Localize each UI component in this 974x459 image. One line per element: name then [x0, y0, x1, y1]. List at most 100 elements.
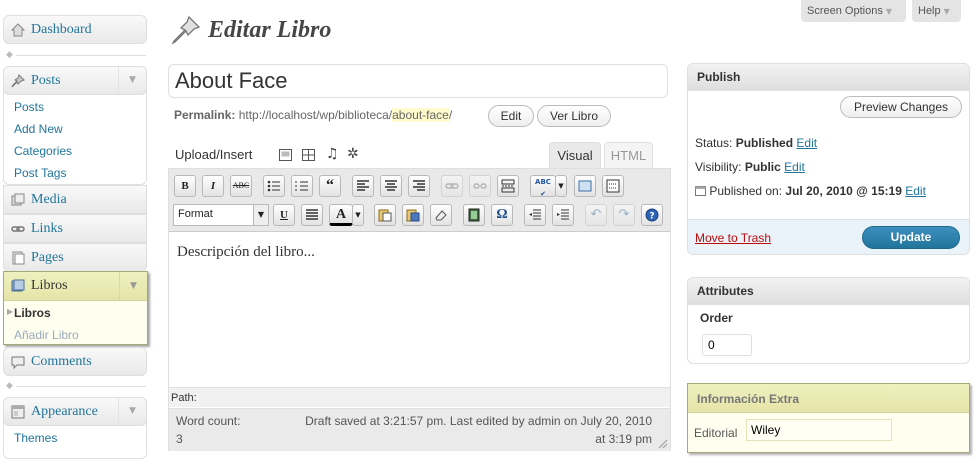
submenu-anadir-libro[interactable]: Añadir Libro — [14, 328, 79, 342]
permalink-slug[interactable]: about-face — [392, 108, 449, 122]
editorial-input[interactable] — [746, 419, 892, 441]
visibility-label: Visibility: — [695, 160, 742, 174]
view-book-button[interactable]: Ver Libro — [537, 105, 611, 127]
menu-posts[interactable]: Posts ▼ — [3, 66, 147, 95]
paste-text-button[interactable] — [374, 204, 396, 226]
page-title: Editar Libro — [208, 17, 332, 43]
underline-button[interactable]: U — [273, 204, 295, 226]
align-center-button[interactable] — [380, 175, 402, 197]
visibility-value: Public — [744, 160, 781, 174]
justify-icon — [306, 209, 318, 220]
menu-posts-toggle-icon[interactable]: ▼ — [118, 67, 146, 94]
draft-status-line1: Draft saved at 3:21:57 pm. Last edited b… — [305, 414, 652, 428]
upload-insert-label: Upload/Insert — [175, 147, 253, 162]
submenu-categories[interactable]: Categories — [14, 144, 72, 158]
text-color-button[interactable]: A — [329, 204, 353, 226]
resize-handle-icon[interactable] — [658, 439, 668, 449]
published-on-label: Published on: — [709, 184, 783, 198]
spellcheck-button[interactable]: ABC ✔ — [530, 175, 556, 198]
indent-icon — [557, 209, 569, 220]
submenu-libros[interactable]: Libros — [14, 306, 51, 320]
update-button[interactable]: Update — [862, 226, 960, 249]
help-button[interactable]: ? — [641, 204, 663, 226]
clear-formatting-button[interactable] — [430, 204, 452, 226]
move-to-trash-link[interactable]: Move to Trash — [695, 231, 771, 245]
screen-options-button[interactable]: Screen Options ▼ — [801, 0, 906, 22]
menu-appearance[interactable]: Appearance ▼ — [3, 397, 147, 426]
published-on-value: Jul 20, 2010 @ 15:19 — [785, 184, 902, 198]
menu-separator: ◆ — [4, 382, 146, 391]
menu-libros-label: Libros — [31, 278, 68, 293]
spellcheck-dropdown-icon[interactable]: ▼ — [555, 175, 567, 197]
help-button[interactable]: Help ▼ — [912, 0, 961, 22]
more-tag-icon — [501, 179, 515, 193]
attributes-box-title: Attributes — [688, 278, 969, 305]
order-label: Order — [700, 311, 733, 325]
menu-comments[interactable]: Comments — [3, 347, 147, 376]
blockquote-button[interactable]: “ — [319, 175, 341, 197]
media-icon — [11, 193, 25, 206]
add-media-icon[interactable]: ✲ — [347, 146, 359, 162]
special-character-button[interactable]: Ω — [491, 204, 513, 226]
insert-link-button[interactable] — [441, 175, 463, 197]
editor-content[interactable]: Descripción del libro... — [177, 244, 315, 261]
align-right-icon — [413, 180, 425, 191]
menu-libros[interactable]: Libros ▼ — [4, 272, 147, 301]
menu-pages[interactable]: Pages — [3, 243, 147, 272]
insert-media-button[interactable] — [463, 204, 485, 226]
strikethrough-button[interactable]: ABC — [230, 175, 252, 197]
post-title-input[interactable] — [168, 64, 668, 98]
menu-libros-toggle-icon[interactable]: ▼ — [119, 272, 147, 300]
published-on-edit-link[interactable]: Edit — [905, 184, 926, 198]
tab-visual[interactable]: Visual — [549, 142, 601, 168]
fullscreen-button[interactable] — [574, 175, 596, 197]
submenu-add-new[interactable]: Add New — [14, 122, 63, 136]
add-audio-icon[interactable]: ♫ — [326, 146, 339, 162]
status-edit-link[interactable]: Edit — [796, 136, 817, 150]
kitchen-sink-button[interactable] — [602, 175, 624, 197]
menu-media[interactable]: Media — [3, 185, 147, 214]
order-input[interactable] — [702, 334, 752, 356]
bold-button[interactable]: B — [174, 175, 196, 197]
menu-links[interactable]: Links — [3, 214, 147, 243]
indent-button[interactable] — [552, 204, 574, 226]
menu-dashboard[interactable]: Dashboard — [3, 15, 147, 44]
outdent-button[interactable] — [524, 204, 546, 226]
help-icon: ? — [645, 208, 659, 222]
justify-button[interactable] — [301, 204, 323, 226]
edit-permalink-button[interactable]: Edit — [488, 105, 534, 127]
menu-posts-label: Posts — [31, 73, 61, 88]
permalink-label: Permalink: — [174, 108, 236, 122]
permalink-tail: / — [448, 108, 453, 122]
submenu-themes[interactable]: Themes — [14, 431, 57, 445]
paste-word-button[interactable] — [402, 204, 424, 226]
submenu-posts[interactable]: Posts — [14, 100, 44, 114]
undo-button[interactable]: ↶ — [585, 204, 607, 226]
numbered-list-icon — [295, 181, 308, 191]
preview-changes-button[interactable]: Preview Changes — [840, 96, 962, 118]
redo-button[interactable]: ↷ — [613, 204, 635, 226]
kitchen-sink-icon — [606, 179, 620, 193]
unlink-button[interactable] — [469, 175, 491, 197]
italic-button[interactable]: I — [202, 175, 224, 197]
bullet-list-button[interactable] — [263, 175, 285, 197]
menu-links-label: Links — [31, 221, 63, 236]
numbered-list-button[interactable] — [291, 175, 313, 197]
align-right-button[interactable] — [408, 175, 430, 197]
menu-appearance-toggle-icon[interactable]: ▼ — [118, 398, 146, 425]
tab-html[interactable]: HTML — [604, 142, 653, 168]
paste-text-icon — [378, 209, 392, 222]
calendar-icon — [695, 186, 706, 196]
format-select[interactable]: Format ▼ — [173, 204, 269, 226]
menu-appearance-label: Appearance — [31, 404, 98, 419]
add-image-icon[interactable] — [279, 149, 292, 161]
path-bar: Path: — [169, 387, 670, 407]
align-left-icon — [357, 180, 369, 191]
text-color-dropdown-icon[interactable]: ▼ — [352, 204, 364, 226]
align-center-icon — [385, 180, 397, 191]
insert-more-button[interactable] — [497, 175, 519, 197]
align-left-button[interactable] — [352, 175, 374, 197]
visibility-edit-link[interactable]: Edit — [784, 160, 805, 174]
submenu-post-tags[interactable]: Post Tags — [14, 166, 66, 180]
add-video-icon[interactable] — [302, 149, 315, 161]
